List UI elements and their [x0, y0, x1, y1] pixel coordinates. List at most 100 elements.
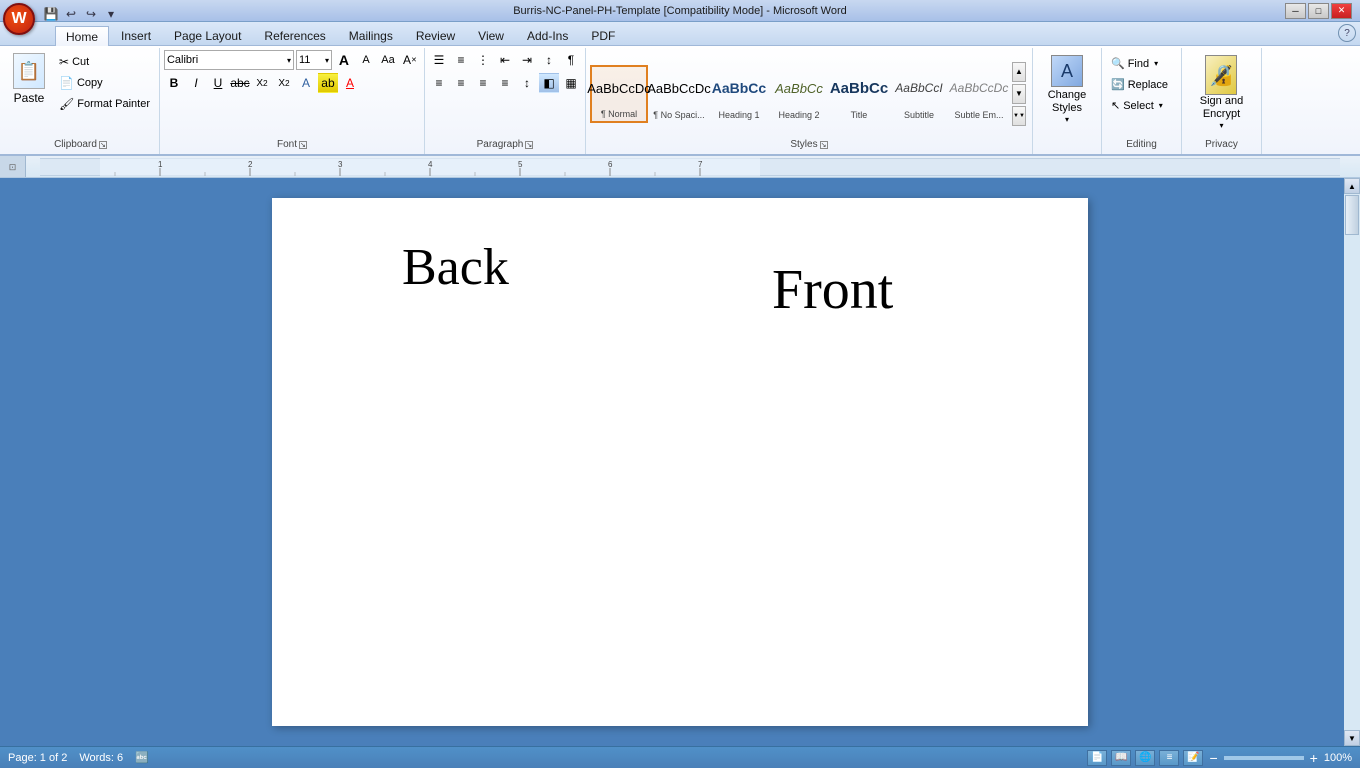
font-name-selector[interactable]: Calibri ▾ [164, 50, 294, 70]
tab-review[interactable]: Review [405, 25, 466, 45]
print-view-button[interactable]: 📄 [1087, 750, 1107, 766]
font-size-dropdown-icon[interactable]: ▾ [325, 56, 329, 65]
document-area[interactable]: Back Front [0, 178, 1360, 746]
replace-label: Replace [1128, 79, 1168, 91]
tab-add-ins[interactable]: Add-Ins [516, 25, 579, 45]
zoom-slider[interactable] [1224, 756, 1304, 760]
copy-button[interactable]: 📄 Copy [54, 73, 155, 93]
document-page[interactable]: Back Front [272, 198, 1088, 726]
styles-scroll-up[interactable]: ▲ [1012, 62, 1026, 82]
tab-home[interactable]: Home [55, 26, 109, 46]
zoom-minus-button[interactable]: − [1207, 750, 1219, 766]
maximize-button[interactable]: □ [1308, 3, 1329, 19]
style-heading2[interactable]: AaBbCc Heading 2 [770, 65, 828, 123]
align-center-button[interactable]: ≡ [451, 73, 471, 93]
italic-button[interactable]: I [186, 73, 206, 93]
font-size-selector[interactable]: 11 ▾ [296, 50, 332, 70]
quick-access-dropdown[interactable]: ▾ [102, 5, 120, 23]
para-row1: ☰ ≡ ⋮ ⇤ ⇥ ↕ ¶ [429, 50, 581, 70]
draft-view-button[interactable]: 📝 [1183, 750, 1203, 766]
scroll-up-button[interactable]: ▲ [1344, 178, 1360, 194]
ruler-svg: 1 2 3 4 5 6 7 [40, 158, 1340, 176]
font-color-button[interactable]: A [340, 73, 360, 93]
style-normal[interactable]: AaBbCcDc ¶ Normal [590, 65, 648, 123]
strikethrough-button[interactable]: abc [230, 73, 250, 93]
tab-mailings[interactable]: Mailings [338, 25, 404, 45]
format-painter-icon: 🖌 [59, 97, 74, 111]
sort-button[interactable]: ↕ [539, 50, 559, 70]
find-button[interactable]: 🔍 Find ▾ [1106, 54, 1163, 73]
scroll-track[interactable] [1344, 194, 1360, 730]
find-dropdown-icon[interactable]: ▾ [1154, 59, 1158, 68]
tab-view[interactable]: View [467, 25, 515, 45]
align-right-button[interactable]: ≡ [473, 73, 493, 93]
clipboard-label: Clipboard ↘ [6, 137, 155, 152]
font-dropdown-icon[interactable]: ▾ [287, 56, 291, 65]
close-button[interactable]: ✕ [1331, 3, 1352, 19]
office-button[interactable]: W [3, 3, 35, 35]
styles-scroll-down[interactable]: ▼ [1012, 84, 1026, 104]
scroll-thumb[interactable] [1345, 195, 1359, 235]
web-view-button[interactable]: 🌐 [1135, 750, 1155, 766]
cut-button[interactable]: ✂ Cut [54, 52, 155, 72]
justify-button[interactable]: ≡ [495, 73, 515, 93]
align-left-button[interactable]: ≡ [429, 73, 449, 93]
increase-indent-button[interactable]: ⇥ [517, 50, 537, 70]
format-painter-label: Format Painter [77, 98, 150, 110]
superscript-button[interactable]: X2 [274, 73, 294, 93]
font-expand[interactable]: ↘ [299, 141, 307, 149]
format-painter-button[interactable]: 🖌 Format Painter [54, 94, 155, 114]
underline-button[interactable]: U [208, 73, 228, 93]
border-button[interactable]: ▦ [561, 73, 581, 93]
bullets-button[interactable]: ☰ [429, 50, 449, 70]
styles-expand[interactable]: ↘ [820, 141, 828, 149]
tab-pdf[interactable]: PDF [580, 25, 626, 45]
undo-button[interactable]: ↩ [62, 5, 80, 23]
ruler-corner[interactable]: ⊡ [0, 156, 26, 178]
shading-button[interactable]: ◧ [539, 73, 559, 93]
style-subtle-em[interactable]: AaBbCcDc Subtle Em... [950, 65, 1008, 123]
scroll-down-button[interactable]: ▼ [1344, 730, 1360, 746]
styles-more[interactable]: ▼▼ [1012, 106, 1026, 126]
font-size-display: 11 [299, 54, 325, 66]
text-effect-button[interactable]: A [296, 73, 316, 93]
tab-insert[interactable]: Insert [110, 25, 162, 45]
paragraph-expand[interactable]: ↘ [525, 141, 533, 149]
multilevel-list-button[interactable]: ⋮ [473, 50, 493, 70]
clear-format-button[interactable]: A✕ [400, 50, 420, 70]
select-dropdown-icon[interactable]: ▾ [1159, 101, 1163, 110]
full-reading-button[interactable]: 📖 [1111, 750, 1131, 766]
select-button[interactable]: ↖ Select ▾ [1106, 96, 1168, 115]
page-info: Page: 1 of 2 [8, 752, 67, 764]
grow-font-button[interactable]: A [334, 50, 354, 70]
save-button[interactable]: 💾 [42, 5, 60, 23]
shrink-font-button[interactable]: A [356, 50, 376, 70]
tab-page-layout[interactable]: Page Layout [163, 25, 252, 45]
sign-encrypt-button[interactable]: 🔏 Sign and Encrypt ▾ [1193, 50, 1250, 135]
outline-view-button[interactable]: ≡ [1159, 750, 1179, 766]
font-name-display: Calibri [167, 54, 287, 66]
style-subtitle[interactable]: AaBbCcI Subtitle [890, 65, 948, 123]
change-styles-button[interactable]: A Change Styles ▾ [1037, 50, 1097, 129]
style-title[interactable]: AaBbCc Title [830, 65, 888, 123]
show-marks-button[interactable]: ¶ [561, 50, 581, 70]
redo-button[interactable]: ↪ [82, 5, 100, 23]
subscript-button[interactable]: X2 [252, 73, 272, 93]
decrease-indent-button[interactable]: ⇤ [495, 50, 515, 70]
clipboard-expand[interactable]: ↘ [99, 141, 107, 149]
style-subtle-em-label: Subtle Em... [954, 110, 1003, 120]
line-spacing-button[interactable]: ↕ [517, 73, 537, 93]
zoom-plus-button[interactable]: + [1308, 750, 1320, 766]
numbering-button[interactable]: ≡ [451, 50, 471, 70]
minimize-button[interactable]: ─ [1285, 3, 1306, 19]
highlight-color-button[interactable]: ab [318, 73, 338, 93]
style-heading1[interactable]: AaBbCc Heading 1 [710, 65, 768, 123]
style-no-spacing[interactable]: AaBbCcDc ¶ No Spaci... [650, 65, 708, 123]
change-case-button[interactable]: Aa [378, 50, 398, 70]
paste-button[interactable]: 📋 Paste [6, 50, 52, 108]
tab-references[interactable]: References [253, 25, 336, 45]
replace-button[interactable]: 🔄 Replace [1106, 75, 1173, 94]
bold-button[interactable]: B [164, 73, 184, 93]
ruler-content: 1 2 3 4 5 6 7 [12, 158, 1360, 176]
help-button[interactable]: ? [1338, 24, 1356, 42]
